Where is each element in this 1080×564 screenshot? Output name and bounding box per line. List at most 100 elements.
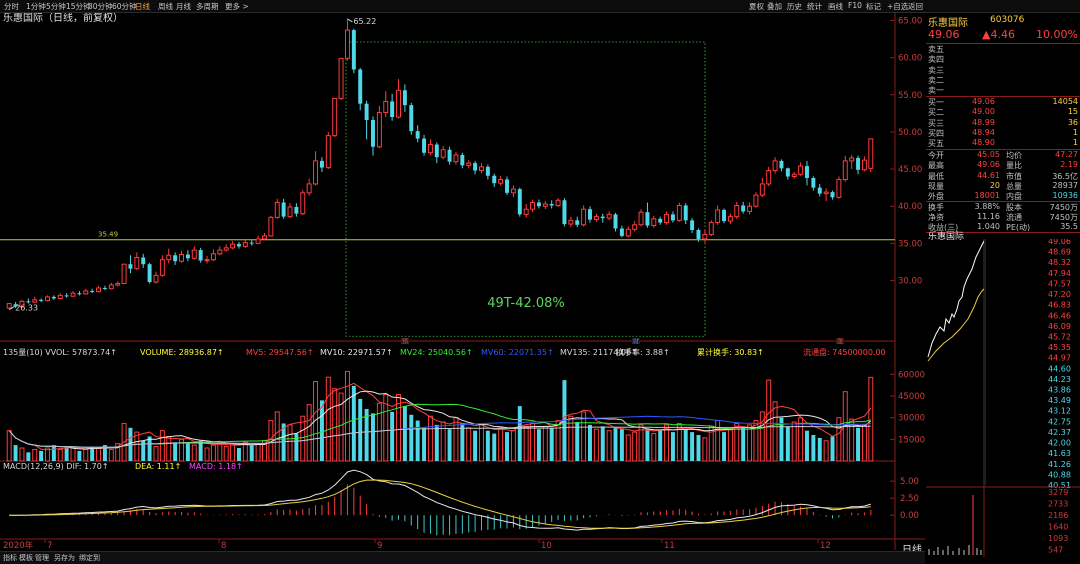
volume-bar-down: [64, 446, 69, 461]
period-tab-0[interactable]: 分时: [4, 1, 19, 12]
time-axis-label: 12: [820, 541, 831, 550]
bottom-tab-2[interactable]: 管理: [35, 553, 49, 563]
volume-bar-down: [696, 435, 701, 461]
candle-body-down: [390, 101, 395, 118]
toolbar-button-6[interactable]: 标记: [866, 1, 881, 12]
candle-body-up: [798, 165, 804, 175]
volume-bar-up: [255, 443, 261, 462]
candle-body-down: [741, 205, 746, 212]
volume-bar-down: [619, 429, 624, 461]
volume-bar-down: [588, 424, 592, 461]
volume-bar-down: [460, 423, 465, 461]
mini-price-tick: 44.97: [1048, 354, 1071, 363]
bottom-tab-4[interactable]: 绑定到: [79, 553, 100, 563]
candle-body-down: [236, 244, 241, 247]
stat-row: 最低 44.61 市值 36.5亿: [926, 171, 1078, 181]
stat-value: 18001: [974, 191, 1000, 201]
candle-body-down: [364, 103, 369, 121]
event-marker-label[interactable]: 涨: [837, 338, 843, 346]
period-tab-5[interactable]: 60分钟: [112, 1, 137, 12]
ask-row: 卖一: [926, 85, 1078, 95]
candle-body-down: [434, 144, 439, 158]
candle-body-down: [645, 212, 650, 226]
candle-body-down: [294, 206, 299, 214]
toolbar-button-2[interactable]: 历史: [787, 1, 802, 12]
period-tab-4[interactable]: 30分钟: [88, 1, 113, 12]
toolbar-button-7[interactable]: +自选: [887, 1, 908, 12]
volume-bar-up: [83, 448, 89, 462]
bid-volume: 15: [1067, 107, 1078, 117]
candle-body-down: [830, 192, 835, 198]
candle-body-down: [670, 214, 675, 221]
candle-body-up: [344, 29, 350, 59]
mini-price-tick: 45.35: [1048, 343, 1071, 352]
support-level-label: 35.49: [98, 231, 118, 239]
mini-price-tick: 43.49: [1048, 396, 1071, 405]
candle-body-down: [805, 166, 809, 178]
candle-body-down: [856, 157, 861, 170]
bottom-tab-1[interactable]: 模板: [19, 553, 33, 563]
volume-bar-down: [505, 432, 509, 461]
stock-name: 乐惠国际: [928, 18, 968, 29]
toolbar-button-1[interactable]: 叠加: [767, 1, 782, 12]
price-change-pct: 10.00%: [1036, 28, 1078, 41]
mini-price-tick: 45.72: [1048, 332, 1071, 341]
volume-bar-up: [632, 431, 638, 462]
mini-price-tick: 41.63: [1048, 449, 1071, 458]
candle-body-up: [191, 249, 197, 259]
candle-body-up: [262, 235, 267, 240]
candle-body-down: [198, 250, 203, 261]
event-marker-label[interactable]: 财: [633, 338, 639, 346]
period-tab-9[interactable]: 多周期: [196, 1, 219, 12]
candle-body-up: [268, 216, 274, 237]
period-tab-1[interactable]: 1分钟: [26, 1, 46, 12]
bottom-tab-0[interactable]: 指标: [3, 553, 17, 563]
kline-chart[interactable]: 乐惠国际（日线，前复权） 65.00 60.00 55.00 50.00 45.00 40.…: [0, 13, 925, 550]
event-marker-label[interactable]: 预: [402, 338, 408, 346]
candle-body-up: [625, 228, 631, 237]
period-tab-6[interactable]: 日线: [135, 1, 150, 12]
candle-body-down: [817, 187, 822, 194]
bid-row: 买四 48.94 1: [926, 128, 1078, 138]
candle-body-up: [242, 242, 248, 247]
period-tab-7[interactable]: 周线: [158, 1, 173, 12]
candle-body-down: [683, 205, 688, 221]
volume-bar-up: [108, 448, 114, 462]
candle-body-down: [185, 254, 190, 259]
toolbar-button-4[interactable]: 画线: [828, 1, 843, 12]
toolbar-button-3[interactable]: 统计: [807, 1, 822, 12]
candle-body-up: [498, 178, 504, 184]
toolbar-button-5[interactable]: F10: [848, 1, 862, 10]
price-tick-label: 50.00: [898, 128, 922, 138]
candle-body-up: [772, 160, 778, 172]
volume-bar-up: [325, 376, 331, 462]
candle-body-down: [658, 218, 663, 223]
toolbar-button-0[interactable]: 夏权: [749, 1, 764, 12]
stat-value: 11.16: [977, 211, 1000, 221]
stat-value: 49.06: [977, 160, 1000, 170]
last-price: 49.06: [928, 28, 960, 41]
volume-bar-down: [690, 432, 695, 461]
candle-body-up: [632, 224, 638, 230]
candle-body-down: [51, 296, 56, 299]
candle-body-down: [536, 202, 541, 207]
candle-body-down: [39, 299, 44, 301]
period-tab-8[interactable]: 月线: [176, 1, 191, 12]
period-tab-3[interactable]: 15分钟: [66, 1, 91, 12]
period-tab-10[interactable]: 更多 >: [225, 1, 249, 12]
candle-body-down: [619, 228, 624, 236]
candle-body-down: [562, 200, 567, 225]
volume-bar-up: [332, 388, 338, 462]
candle-body-up: [32, 299, 38, 303]
intraday-mini-chart[interactable]: 49.06 48.6948.32 47.9447.57 47.20 46.8346.46…: [926, 239, 1080, 557]
toolbar-button-8[interactable]: 返回: [908, 1, 923, 12]
bottom-tab-3[interactable]: 另存为: [54, 553, 75, 563]
candle-body-down: [613, 214, 618, 229]
bid-price: 48.94: [972, 127, 995, 137]
candle-body-up: [96, 287, 102, 293]
stock-code: 603076: [990, 15, 1025, 25]
bid-volume: 14054: [1052, 97, 1078, 106]
period-tab-2[interactable]: 5分钟: [46, 1, 66, 12]
candle-body-up: [134, 257, 140, 270]
stat-value: 44.61: [977, 170, 1000, 180]
